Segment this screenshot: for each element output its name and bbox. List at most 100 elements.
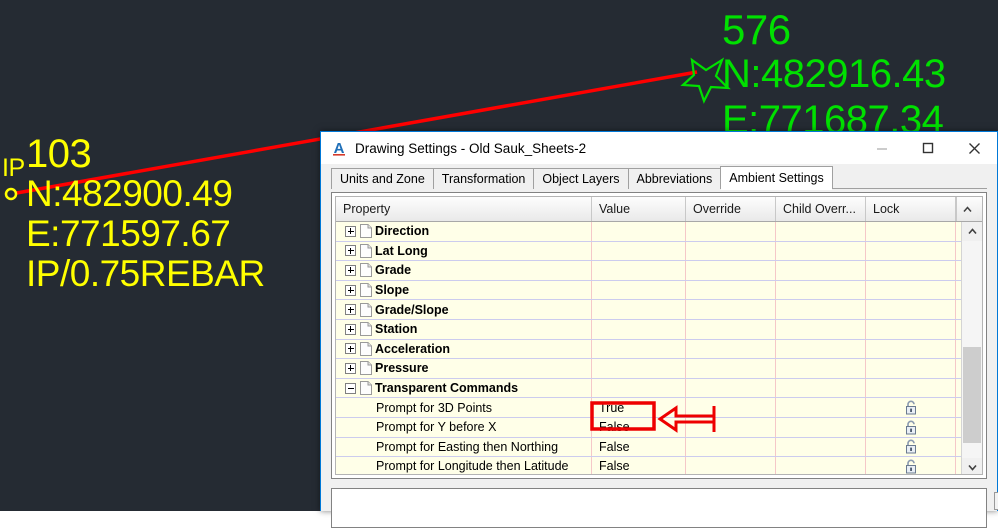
unlocked-padlock-icon[interactable] [904, 439, 918, 454]
scrollbar-thumb[interactable] [963, 347, 981, 442]
cell-property[interactable]: Transparent Commands [336, 379, 592, 398]
table-row[interactable]: Prompt for Easting then NorthingFalse [336, 438, 961, 458]
settings-tabstrip[interactable]: Units and ZoneTransformationObject Layer… [321, 164, 997, 189]
cell-child-override[interactable] [776, 320, 866, 339]
cell-property[interactable]: Slope [336, 281, 592, 300]
cell-property[interactable]: Prompt for 3D Points [336, 398, 592, 417]
maximize-button[interactable] [905, 132, 951, 164]
cell-property[interactable]: Prompt for Easting then Northing [336, 438, 592, 457]
table-row[interactable]: Acceleration [336, 340, 961, 360]
expand-icon[interactable] [345, 226, 356, 237]
expand-icon[interactable] [345, 304, 356, 315]
cell-lock[interactable] [866, 438, 956, 457]
cell-lock[interactable] [866, 398, 956, 417]
column-header-override[interactable]: Override [686, 197, 776, 221]
table-row[interactable]: Grade [336, 261, 961, 281]
expand-icon[interactable] [345, 324, 356, 335]
cell-child-override[interactable] [776, 457, 866, 475]
table-row[interactable]: Prompt for 3D PointsTrue [336, 398, 961, 418]
cell-property[interactable]: Acceleration [336, 340, 592, 359]
cell-value[interactable] [592, 340, 686, 359]
scroll-up-button[interactable] [962, 222, 982, 241]
cell-value[interactable] [592, 242, 686, 261]
cell-value[interactable] [592, 300, 686, 319]
dialog-titlebar[interactable]: A Drawing Settings - Old Sauk_Sheets-2 [321, 132, 997, 164]
cell-property[interactable]: Direction [336, 222, 592, 241]
cell-value[interactable] [592, 281, 686, 300]
unlocked-padlock-icon[interactable] [904, 420, 918, 435]
cell-property[interactable]: Grade [336, 261, 592, 280]
cell-override[interactable] [686, 457, 776, 475]
cell-override[interactable] [686, 281, 776, 300]
cell-value[interactable] [592, 261, 686, 280]
grid-rows-area[interactable]: DirectionLat LongGradeSlopeGrade/SlopeSt… [336, 222, 982, 475]
cell-override[interactable] [686, 418, 776, 437]
cell-property[interactable]: Lat Long [336, 242, 592, 261]
minimize-button[interactable] [859, 132, 905, 164]
column-header-property[interactable]: Property [336, 197, 592, 221]
tab-ambient-settings[interactable]: Ambient Settings [720, 166, 833, 189]
cell-property[interactable]: Pressure [336, 359, 592, 378]
cell-property[interactable]: Grade/Slope [336, 300, 592, 319]
cell-value[interactable]: False [592, 438, 686, 457]
cell-lock[interactable] [866, 340, 956, 359]
cell-override[interactable] [686, 242, 776, 261]
cell-child-override[interactable] [776, 222, 866, 241]
tab-abbreviations[interactable]: Abbreviations [628, 168, 722, 189]
cell-lock[interactable] [866, 457, 956, 475]
cell-value[interactable] [592, 320, 686, 339]
tab-units-and-zone[interactable]: Units and Zone [331, 168, 434, 189]
expand-icon[interactable] [345, 265, 356, 276]
table-row[interactable]: Grade/Slope [336, 300, 961, 320]
cell-lock[interactable] [866, 320, 956, 339]
cell-value[interactable] [592, 222, 686, 241]
collapse-icon[interactable] [345, 383, 356, 394]
cell-child-override[interactable] [776, 242, 866, 261]
cell-value[interactable] [592, 379, 686, 398]
cell-child-override[interactable] [776, 438, 866, 457]
cell-lock[interactable] [866, 379, 956, 398]
cell-child-override[interactable] [776, 379, 866, 398]
expand-icon[interactable] [345, 363, 356, 374]
expand-icon[interactable] [345, 285, 356, 296]
tab-object-layers[interactable]: Object Layers [533, 168, 628, 189]
cell-lock[interactable] [866, 359, 956, 378]
cell-property[interactable]: Prompt for Longitude then Latitude [336, 457, 592, 475]
cell-override[interactable] [686, 379, 776, 398]
cell-child-override[interactable] [776, 261, 866, 280]
close-button[interactable] [951, 132, 997, 164]
column-header-lock[interactable]: Lock [866, 197, 956, 221]
unlocked-padlock-icon[interactable] [904, 459, 918, 474]
cell-property[interactable]: Prompt for Y before X [336, 418, 592, 437]
cell-child-override[interactable] [776, 398, 866, 417]
drawing-settings-dialog[interactable]: A Drawing Settings - Old Sauk_Sheets-2 U… [320, 131, 998, 511]
scroll-down-button[interactable] [962, 458, 982, 475]
column-header-child-overr-[interactable]: Child Overr... [776, 197, 866, 221]
cell-lock[interactable] [866, 261, 956, 280]
cell-override[interactable] [686, 222, 776, 241]
cell-value[interactable] [592, 359, 686, 378]
cell-lock[interactable] [866, 418, 956, 437]
cell-override[interactable] [686, 261, 776, 280]
cell-child-override[interactable] [776, 340, 866, 359]
column-header-value[interactable]: Value [592, 197, 686, 221]
table-row[interactable]: Direction [336, 222, 961, 242]
unlocked-padlock-icon[interactable] [904, 400, 918, 415]
table-row[interactable]: Slope [336, 281, 961, 301]
cell-child-override[interactable] [776, 359, 866, 378]
grid-rows-body[interactable]: DirectionLat LongGradeSlopeGrade/SlopeSt… [336, 222, 961, 475]
cell-override[interactable] [686, 438, 776, 457]
table-row[interactable]: Prompt for Longitude then LatitudeFalse [336, 457, 961, 475]
cell-value[interactable]: False [592, 457, 686, 475]
tab-transformation[interactable]: Transformation [433, 168, 535, 189]
table-row[interactable]: Prompt for Y before XFalse [336, 418, 961, 438]
table-row[interactable]: Station [336, 320, 961, 340]
scrollbar-track[interactable] [962, 241, 982, 458]
cell-override[interactable] [686, 359, 776, 378]
cell-lock[interactable] [866, 222, 956, 241]
cell-child-override[interactable] [776, 418, 866, 437]
cell-override[interactable] [686, 340, 776, 359]
cell-value[interactable]: True [592, 398, 686, 417]
cell-override[interactable] [686, 398, 776, 417]
cell-override[interactable] [686, 300, 776, 319]
